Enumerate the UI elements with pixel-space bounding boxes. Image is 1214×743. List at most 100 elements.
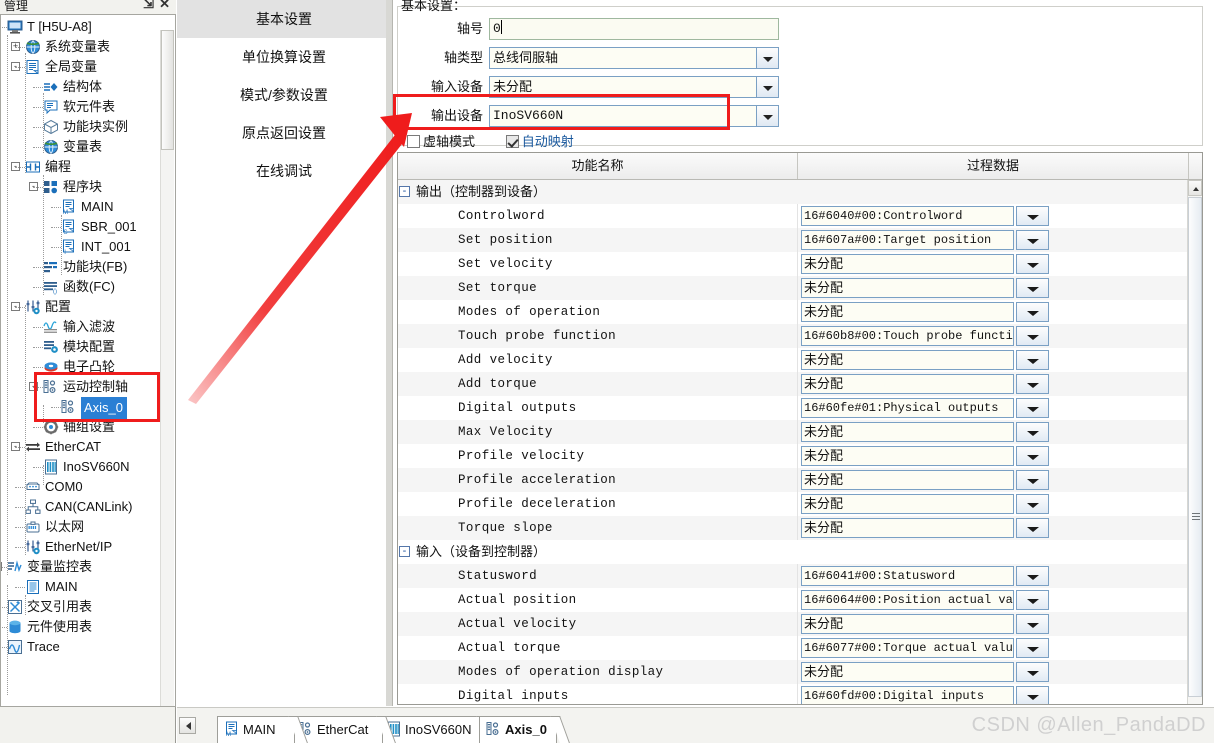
process-data-value[interactable]: 未分配 xyxy=(801,494,1014,514)
tree-item-com0[interactable]: COM0 xyxy=(1,477,175,497)
axis-number-input[interactable]: 0 xyxy=(489,18,779,40)
process-data-dropdown-button[interactable] xyxy=(1016,590,1049,610)
process-data-value[interactable]: 16#6040#00:Controlword xyxy=(801,206,1014,226)
auto-mapping-checkbox[interactable]: 自动映射 xyxy=(505,134,574,149)
tree-item-main[interactable]: MAIN xyxy=(1,577,175,597)
tree-item-[interactable]: 交叉引用表 xyxy=(1,597,175,617)
process-data-dropdown-button[interactable] xyxy=(1016,446,1049,466)
tree-item-[interactable]: + 系统变量表 xyxy=(1,37,175,57)
process-data-dropdown-button[interactable] xyxy=(1016,278,1049,298)
tree-item-int-001[interactable]: I INT_001 xyxy=(1,237,175,257)
tree-item-[interactable]: - 运动控制轴 xyxy=(1,377,175,397)
tree-scroll-area[interactable]: T [H5U-A8] + 系统变量表 - 全局变量 结构体 软元件表 功能块实例 变量表 - 编程 -… xyxy=(0,14,176,707)
document-tab-3[interactable]: Axis_0 xyxy=(479,716,570,743)
tree-item-[interactable]: 结构体 xyxy=(1,77,175,97)
tree-scroll-thumb[interactable] xyxy=(161,30,174,150)
tree-item-fb[interactable]: 功能块(FB) xyxy=(1,257,175,277)
process-data-value[interactable]: 未分配 xyxy=(801,374,1014,394)
tree-item-[interactable]: 电子凸轮 xyxy=(1,357,175,377)
process-data-dropdown-button[interactable] xyxy=(1016,302,1049,322)
tree-item-[interactable]: - 配置 xyxy=(1,297,175,317)
process-data-value[interactable]: 未分配 xyxy=(801,518,1014,538)
process-data-dropdown-button[interactable] xyxy=(1016,518,1049,538)
process-data-dropdown-button[interactable] xyxy=(1016,206,1049,226)
tree-item-axis-0[interactable]: Axis_0 xyxy=(1,397,175,420)
process-data-value[interactable]: 未分配 xyxy=(801,254,1014,274)
input-device-value[interactable]: 未分配 xyxy=(489,76,756,98)
process-data-value[interactable]: 16#60b8#00:Touch probe function xyxy=(801,326,1014,346)
process-data-value[interactable]: 16#6041#00:Statusword xyxy=(801,566,1014,586)
tree-item-[interactable]: 变量表 xyxy=(1,137,175,157)
tree-item-[interactable]: -变量监控表 xyxy=(1,557,175,577)
process-data-dropdown-button[interactable] xyxy=(1016,350,1049,370)
process-data-value[interactable]: 16#6077#00:Torque actual value xyxy=(801,638,1014,658)
process-data-value[interactable]: 未分配 xyxy=(801,446,1014,466)
process-data-dropdown-button[interactable] xyxy=(1016,374,1049,394)
collapse-icon[interactable]: - xyxy=(399,546,410,557)
axis-type-value[interactable]: 总线伺服轴 xyxy=(489,47,756,69)
process-data-value[interactable]: 16#60fd#00:Digital inputs xyxy=(801,686,1014,704)
scroll-up-button[interactable] xyxy=(1188,180,1202,196)
process-data-dropdown-button[interactable] xyxy=(1016,614,1049,634)
process-data-dropdown-button[interactable] xyxy=(1016,326,1049,346)
tree-vertical-scrollbar[interactable] xyxy=(160,30,174,706)
tree-item-[interactable]: - 程序块 xyxy=(1,177,175,197)
tree-item-[interactable]: - 编程 xyxy=(1,157,175,177)
tree-item-[interactable]: 功能块实例 xyxy=(1,117,175,137)
table-vertical-scrollbar[interactable] xyxy=(1187,180,1202,704)
axis-type-dropdown-button[interactable] xyxy=(756,47,779,69)
tree-item-main[interactable]: M MAIN xyxy=(1,197,175,217)
process-data-dropdown-button[interactable] xyxy=(1016,686,1049,704)
process-data-value[interactable]: 未分配 xyxy=(801,302,1014,322)
nav-item-1[interactable]: 单位换算设置 xyxy=(177,38,391,76)
process-data-dropdown-button[interactable] xyxy=(1016,422,1049,442)
close-icon[interactable]: ✕ xyxy=(159,0,170,12)
tree-item-[interactable]: 输入滤波 xyxy=(1,317,175,337)
table-scroll-thumb[interactable] xyxy=(1188,197,1202,697)
pin-icon[interactable]: ⇲ xyxy=(143,0,154,12)
process-data-dropdown-button[interactable] xyxy=(1016,398,1049,418)
process-data-value[interactable]: 16#607a#00:Target position xyxy=(801,230,1014,250)
process-data-value[interactable]: 未分配 xyxy=(801,278,1014,298)
tree-item-ethernet-ip[interactable]: EtherNet/IP xyxy=(1,537,175,557)
document-tab-0[interactable]: M MAIN xyxy=(217,716,308,743)
process-data-dropdown-button[interactable] xyxy=(1016,494,1049,514)
process-data-dropdown-button[interactable] xyxy=(1016,662,1049,682)
tree-item-t-h5u-a8[interactable]: T [H5U-A8] xyxy=(1,17,175,37)
tree-item-[interactable]: 以太网 xyxy=(1,517,175,537)
table-group-row[interactable]: - 输入（设备到控制器） xyxy=(398,540,1188,564)
output-device-dropdown-button[interactable] xyxy=(756,105,779,127)
nav-item-3[interactable]: 原点返回设置 xyxy=(177,114,391,152)
tree-item-ethercat[interactable]: - EtherCAT xyxy=(1,437,175,457)
process-data-value[interactable]: 未分配 xyxy=(801,350,1014,370)
nav-item-4[interactable]: 在线调试 xyxy=(177,152,391,190)
process-data-dropdown-button[interactable] xyxy=(1016,470,1049,490)
process-data-value[interactable]: 未分配 xyxy=(801,662,1014,682)
tree-item-sbr-001[interactable]: S SBR_001 xyxy=(1,217,175,237)
tree-item-trace[interactable]: Trace xyxy=(1,637,175,657)
tree-item-[interactable]: 元件使用表 xyxy=(1,617,175,637)
tree-item-[interactable]: 软元件表 xyxy=(1,97,175,117)
process-data-dropdown-button[interactable] xyxy=(1016,254,1049,274)
process-data-dropdown-button[interactable] xyxy=(1016,638,1049,658)
tree-item-can-canlink[interactable]: CAN(CANLink) xyxy=(1,497,175,517)
process-data-value[interactable]: 未分配 xyxy=(801,614,1014,634)
tree-item-inosv660n[interactable]: InoSV660N xyxy=(1,457,175,477)
virtual-axis-mode-checkbox[interactable]: 虚轴模式 xyxy=(407,134,478,149)
process-data-value[interactable]: 16#6064#00:Position actual value xyxy=(801,590,1014,610)
tree-item-fc[interactable]: () 函数(FC) xyxy=(1,277,175,297)
output-device-value[interactable]: InoSV660N xyxy=(489,105,756,127)
tree-item-[interactable]: 模块配置 xyxy=(1,337,175,357)
process-data-dropdown-button[interactable] xyxy=(1016,230,1049,250)
tab-scroll-left-button[interactable] xyxy=(179,717,196,734)
table-group-row[interactable]: - 输出（控制器到设备） xyxy=(398,180,1188,204)
nav-item-0[interactable]: 基本设置 xyxy=(177,0,391,38)
process-data-dropdown-button[interactable] xyxy=(1016,566,1049,586)
process-data-value[interactable]: 未分配 xyxy=(801,470,1014,490)
input-device-dropdown-button[interactable] xyxy=(756,76,779,98)
tree-item-[interactable]: 轴组设置 xyxy=(1,417,175,437)
nav-item-2[interactable]: 模式/参数设置 xyxy=(177,76,391,114)
process-data-value[interactable]: 16#60fe#01:Physical outputs xyxy=(801,398,1014,418)
process-data-value[interactable]: 未分配 xyxy=(801,422,1014,442)
tree-item-[interactable]: - 全局变量 xyxy=(1,57,175,77)
